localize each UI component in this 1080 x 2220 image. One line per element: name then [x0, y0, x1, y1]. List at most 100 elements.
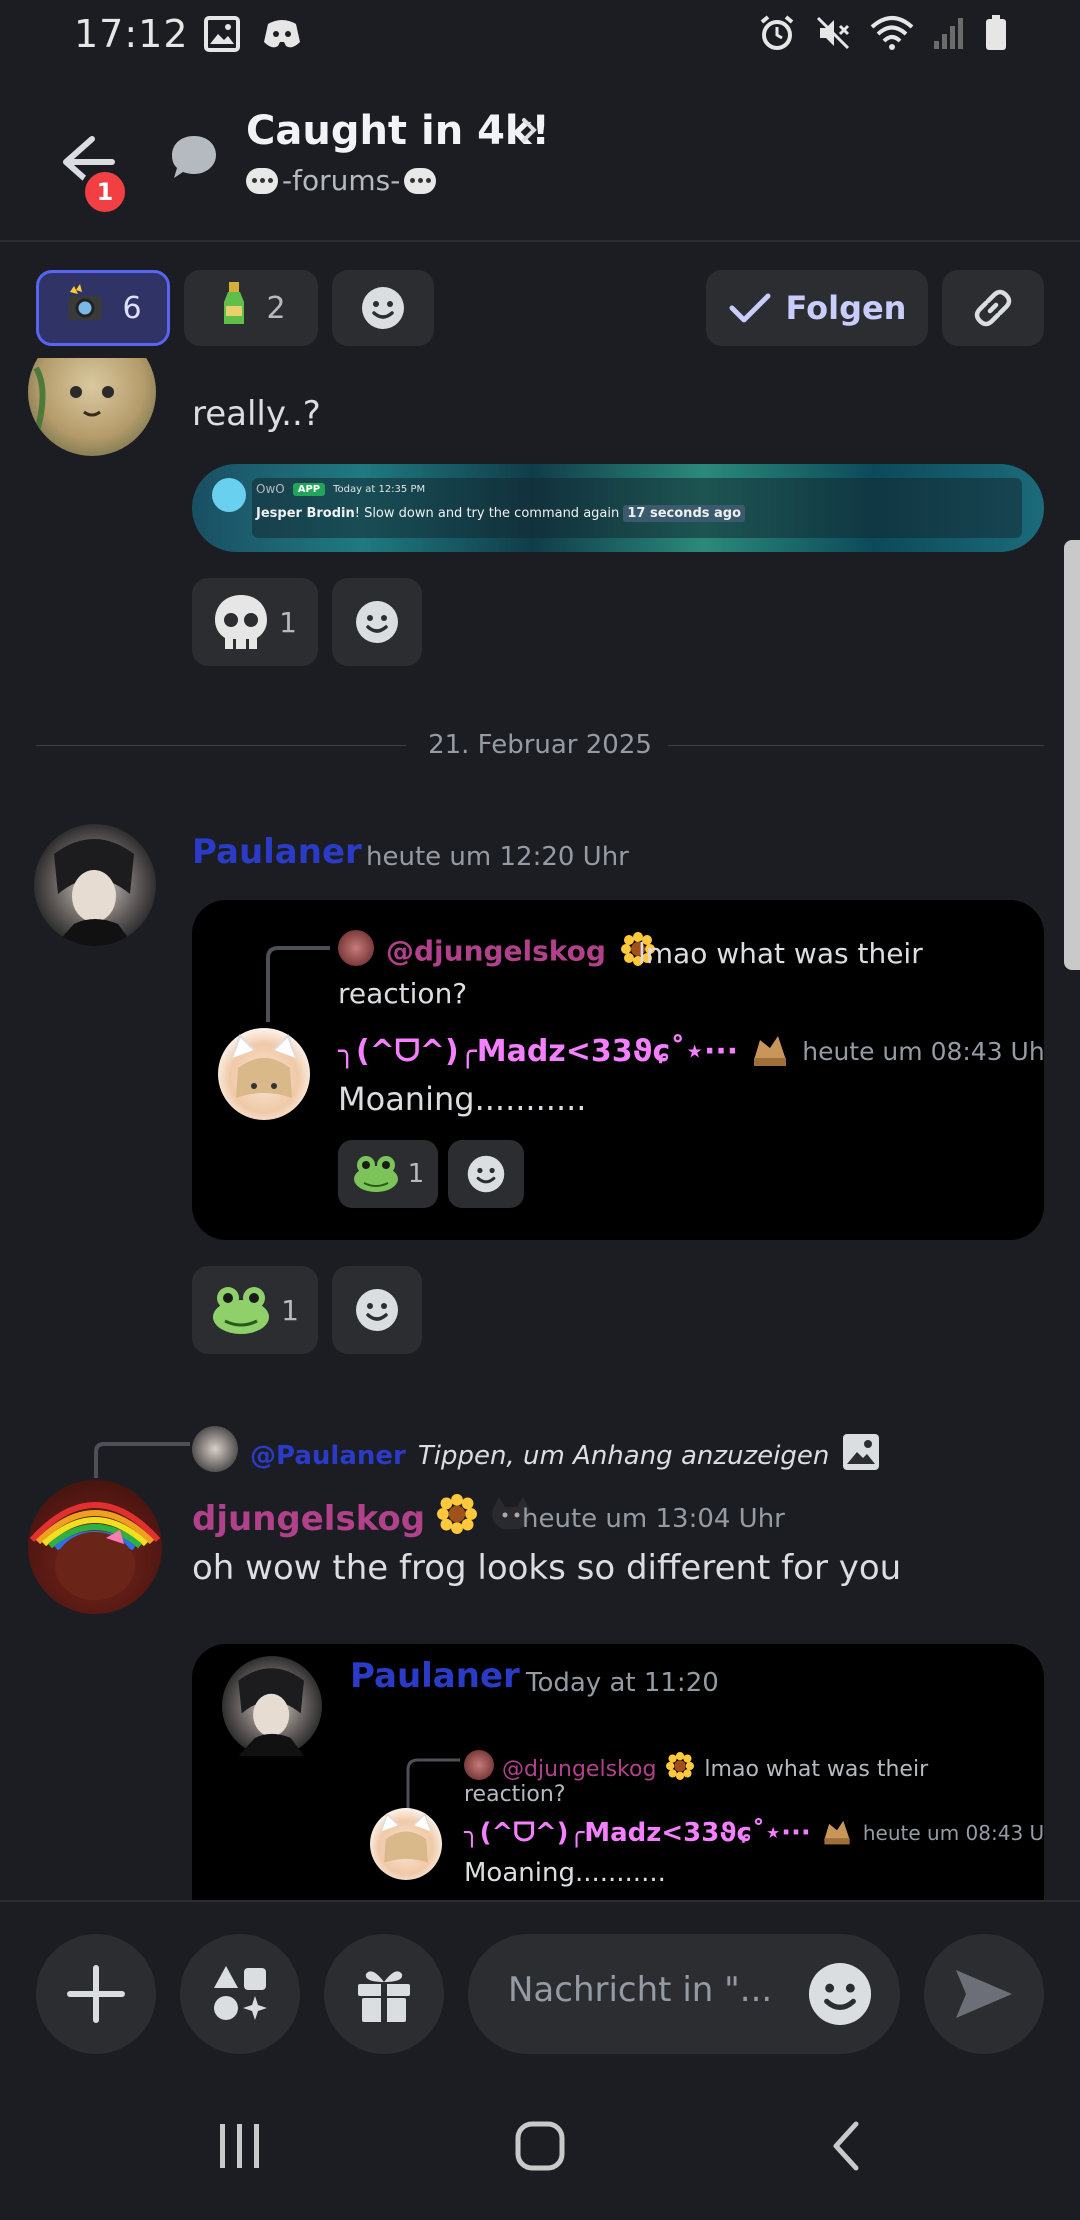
owo-avatar [212, 478, 246, 512]
follow-label: Folgen [785, 289, 907, 327]
app-tag: APP [292, 482, 326, 496]
discord-notification-icon [262, 16, 302, 52]
reaction-frog[interactable]: 1 [338, 1140, 438, 1208]
follow-button[interactable]: Folgen [706, 270, 928, 346]
frog-icon [353, 1156, 398, 1192]
embed-message-text: Moaning........... [338, 1080, 587, 1118]
bot-reply-content: OwO APP Today at 12:35 PM Jesper Brodin!… [252, 478, 1022, 538]
forum-bubble-icon [168, 132, 220, 186]
scrollbar[interactable] [1064, 540, 1080, 970]
channel-label: -forums- [282, 164, 401, 197]
attach-button[interactable] [36, 1934, 156, 2054]
add-reaction-button[interactable] [332, 270, 434, 346]
embed-author[interactable]: Paulaner [350, 1656, 520, 1696]
checkmark-icon [729, 293, 771, 323]
role-icon [750, 1030, 790, 1072]
recent-apps-button[interactable] [216, 2120, 264, 2176]
add-reaction-icon [467, 1155, 505, 1193]
add-reaction-icon [362, 287, 404, 329]
send-icon [956, 1970, 1012, 2018]
bot-reply-embed[interactable]: OwO APP Today at 12:35 PM Jesper Brodin!… [192, 464, 1044, 552]
camera-flash-icon [64, 282, 108, 334]
avatar [222, 1656, 322, 1756]
add-reaction-icon [356, 1289, 398, 1331]
avatar [192, 1426, 238, 1472]
message-username[interactable]: djungelskog [192, 1494, 533, 1543]
post-reaction-bar: 6 2 Folgen [0, 248, 1080, 358]
thread-header: 1 Caught in 4k! -forums- [0, 72, 1080, 242]
copy-link-button[interactable] [942, 270, 1044, 346]
message-timestamp: heute um 13:04 Uhr [522, 1504, 785, 1534]
link-icon [974, 289, 1012, 327]
signal-icon [932, 15, 966, 51]
reaction-count: 6 [122, 290, 142, 326]
embed-inner-author[interactable]: ╮(^ᗜ^)╭Madz<33ϑɕ˚⋆⋅⋅⋅ [464, 1818, 811, 1849]
date-divider-label: 21. Februar 2025 [428, 730, 652, 760]
apps-button[interactable] [180, 1934, 300, 2054]
mute-icon [814, 14, 852, 52]
reply-preview[interactable]: @Paulaner Tippen, um Anhang anzuzeigen [250, 1432, 881, 1479]
message-list[interactable]: really..? OwO APP Today at 12:35 PM Jesp… [0, 358, 1080, 1900]
add-reaction-icon [356, 601, 398, 643]
home-button[interactable] [514, 2120, 566, 2176]
add-reaction-button[interactable] [332, 1266, 422, 1354]
message-input[interactable]: Nachricht in "... [468, 1934, 900, 2054]
forwarded-message-embed[interactable]: Paulaner Today at 11:20 @djungelskog lma… [192, 1644, 1044, 1900]
apps-icon [214, 1966, 267, 2020]
avatar[interactable] [34, 824, 156, 946]
add-reaction-button[interactable] [448, 1140, 524, 1208]
reaction-count: 1 [281, 1293, 299, 1327]
status-time: 17:12 [74, 12, 189, 56]
nav-back-icon [833, 2121, 859, 2171]
avatar [218, 1028, 310, 1120]
avatar[interactable] [28, 1480, 162, 1614]
reaction-count: 1 [407, 1159, 425, 1189]
message-timestamp: heute um 12:20 Uhr [366, 842, 629, 872]
reaction-count: 2 [266, 290, 286, 326]
speech-bubble-icon [404, 167, 437, 194]
role-icon [821, 1816, 853, 1850]
chevron-right-icon[interactable] [518, 114, 540, 150]
embed-author[interactable]: ╮(^ᗜ^)╭Madz<33ϑɕ˚⋆⋅⋅⋅ [338, 1034, 738, 1069]
thread-title[interactable]: Caught in 4k! [246, 108, 550, 154]
avatar[interactable] [28, 358, 156, 456]
reaction-bottle[interactable]: 2 [184, 270, 318, 346]
alarm-icon [758, 14, 796, 52]
bot-message-text: ! Slow down and try the command again [354, 506, 620, 521]
message-text: oh wow the frog looks so different for y… [192, 1548, 902, 1588]
message-input-placeholder: Nachricht in "... [508, 1970, 773, 2010]
reply-text: Tippen, um Anhang anzuzeigen [417, 1440, 830, 1471]
emoji-icon [808, 1962, 872, 2026]
unread-badge: 1 [80, 167, 130, 217]
reply-mention: @Paulaner [250, 1440, 406, 1471]
message-text: really..? [192, 394, 321, 434]
gallery-icon [204, 16, 240, 52]
nav-back-button[interactable] [826, 2120, 866, 2176]
image-icon [841, 1432, 881, 1479]
plus-icon [67, 1965, 125, 2023]
message-composer: Nachricht in "... [0, 1900, 1080, 2080]
sunflower-icon [437, 1494, 478, 1543]
reaction-skull[interactable]: 1 [192, 578, 318, 666]
bot-name: OwO [256, 482, 285, 496]
gift-icon [358, 1971, 410, 2022]
bot-timestamp: Today at 12:35 PM [333, 483, 426, 495]
reaction-camera[interactable]: 6 [36, 270, 170, 346]
avatar [464, 1750, 494, 1780]
emoji-button[interactable] [806, 1960, 874, 2032]
embed-timestamp: heute um 08:43 Uhr [802, 1036, 1044, 1066]
gift-button[interactable] [324, 1934, 444, 2054]
forwarded-message-embed[interactable]: @djungelskog lmao what was their reactio… [192, 900, 1044, 1240]
reaction-frog[interactable]: 1 [192, 1266, 318, 1354]
battery-icon [984, 14, 1008, 52]
reply-text: lmao what was their [704, 1756, 929, 1782]
recent-apps-icon [220, 2124, 259, 2168]
wifi-icon [870, 15, 914, 51]
add-reaction-button[interactable] [332, 578, 422, 666]
skull-icon [215, 595, 268, 649]
reply-preview[interactable]: @djungelskog lmao what was their [502, 1752, 928, 1786]
bot-mentioned-user: Jesper Brodin [256, 506, 355, 521]
message-username[interactable]: Paulaner [192, 832, 362, 872]
sunflower-icon [666, 1752, 695, 1786]
send-button[interactable] [924, 1934, 1044, 2054]
